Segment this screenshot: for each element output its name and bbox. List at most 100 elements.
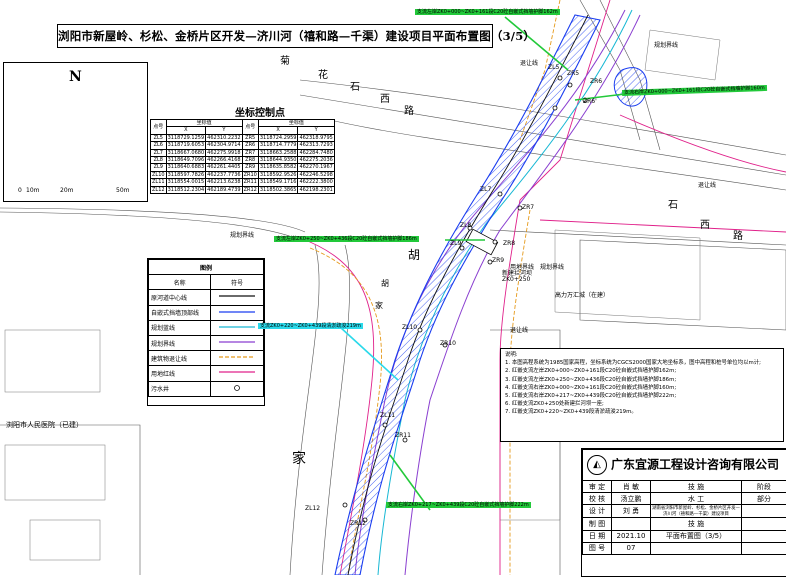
annotation-left-bank-2: 支流左岸ZK0+250~ZK0+436段C20砼自嵌式挡墙护脚186m — [274, 236, 419, 242]
legend-item-name: 规划蓝线 — [149, 320, 211, 335]
map-label: 规划界线 — [540, 262, 564, 271]
titleblock-row: 设 计刘 勇湖南省浏阳市新屋岭、杉松、金桥片区开发—济川河（禧和路—千渠）建设项… — [583, 505, 786, 518]
map-label: 规划界线 — [654, 40, 678, 49]
road-label: 菊 — [280, 52, 290, 67]
coord-header: 点号 — [151, 120, 167, 135]
titleblock-cell-name: 汤立鹏 — [612, 493, 651, 505]
coord-cell: 462198.2301 — [298, 186, 334, 193]
map-label: 家 — [375, 300, 383, 311]
titleblock-cell-col4 — [742, 530, 786, 542]
titleblock-cell-name: 肖 敏 — [612, 481, 651, 493]
cp-label: ZL7 — [480, 186, 491, 193]
titleblock-cell-role: 审 定 — [583, 481, 612, 493]
coord-row: ZL123118512.2304462189.4739ZR123118502.3… — [151, 186, 335, 193]
legend-item-symbol — [211, 351, 264, 366]
road-label: 胡 — [408, 246, 420, 263]
titleblock-cell-col3: 湖南省浏阳市新屋岭、杉松、金桥片区开发—济川河（禧和路—千渠）建设项目 — [651, 505, 742, 518]
titleblock-cell-name: 刘 勇 — [612, 505, 651, 518]
road-label: 西 — [380, 90, 390, 105]
map-label: 退让线 — [698, 180, 716, 189]
legend-item-name: 规划界线 — [149, 335, 211, 350]
cp-label: ZR11 — [395, 432, 411, 439]
legend-item-name: 自嵌式挡墙顶部线 — [149, 305, 211, 320]
cp-label: ZL12 — [305, 505, 320, 512]
legend-item-name: 用地红线 — [149, 366, 211, 381]
road-label: 石 — [350, 78, 360, 93]
map-label: 规划界线 — [230, 230, 254, 239]
coord-row: ZL63118719.6053462304.9714ZR63118714.777… — [151, 142, 335, 149]
pond — [614, 68, 647, 107]
titleblock-cell-name — [612, 518, 651, 530]
coord-cell: ZR10 — [242, 171, 258, 178]
titleblock-cell-col4 — [742, 505, 786, 518]
titleblock-cell-col4 — [742, 518, 786, 530]
map-label: 浏阳市人民医院（已建） — [6, 420, 83, 430]
legend-row: 规划界线 — [149, 335, 264, 350]
legend-row: 用地红线 — [149, 366, 264, 381]
coord-cell: 462270.1967 — [298, 164, 334, 171]
note-line: 6. 红嵌支流ZK0+250处新建拦河坝一座; — [505, 400, 779, 408]
titleblock-cell-col4: 阶段 — [742, 481, 786, 493]
coord-subheader: X — [258, 127, 298, 134]
coord-cell: 3118729.1259 — [166, 134, 206, 141]
cp-label: ZR7 — [522, 204, 534, 211]
coord-cell: 3118719.6053 — [166, 142, 206, 149]
company-logo-icon: ◭ — [587, 455, 607, 475]
coord-cell: 462237.7736 — [206, 171, 242, 178]
coord-cell: 3118663.2588 — [258, 149, 298, 156]
cp-label: ZL10 — [402, 324, 417, 331]
titleblock-cell-role: 设 计 — [583, 505, 612, 518]
coord-cell: 3118724.2959 — [258, 134, 298, 141]
legend-row: 建筑物退让线 — [149, 351, 264, 366]
title-block: ◭广东宜源工程设计咨询有限公司 审 定肖 敏技 施阶段校 核汤立鹏水 工部分设 … — [581, 448, 786, 577]
coord-cell: 462261.4405 — [206, 164, 242, 171]
coord-cell: ZL8 — [151, 157, 167, 164]
titleblock-row: 制 图技 施 — [583, 518, 786, 530]
titleblock-cell-role: 图 号 — [583, 542, 612, 554]
coord-subheader: Y — [298, 127, 334, 134]
note-line: 3. 红嵌支流左岸ZK0+250~ZK0+436段C20砼自嵌式挡墙护脚186m… — [505, 376, 779, 384]
legend-line-icon — [217, 308, 257, 316]
coord-cell: 462189.4739 — [206, 186, 242, 193]
coord-subheader: X — [166, 127, 206, 134]
titleblock-row: 审 定肖 敏技 施阶段 — [583, 481, 786, 493]
legend-item-name: 建筑物退让线 — [149, 351, 211, 366]
coord-row: ZL73118667.0680462275.9918ZR73118663.258… — [151, 149, 335, 156]
scale-label-20: 20m — [60, 187, 73, 194]
coord-cell: 462275.9918 — [206, 149, 242, 156]
legend-item-symbol — [211, 366, 264, 381]
annotation-dredging: 支流ZK0+220~ZK0+439段清淤疏浚219m — [258, 323, 363, 329]
coord-cell: ZL10 — [151, 171, 167, 178]
coord-cell: 462304.9714 — [206, 142, 242, 149]
coord-cell: 3118597.7826 — [166, 171, 206, 178]
weir-chainage: ZK0+250 — [502, 276, 530, 283]
titleblock-cell-col3: 技 施 — [651, 481, 742, 493]
company-name: 广东宜源工程设计咨询有限公司 — [611, 458, 779, 472]
titleblock-cell-col3: 技 施 — [651, 518, 742, 530]
coord-cell: 3118502.3865 — [258, 186, 298, 193]
coord-cell: 3118640.6883 — [166, 164, 206, 171]
coord-cell: 462310.2232 — [206, 134, 242, 141]
coord-cell: 462213.6238 — [206, 179, 242, 186]
drawing-title: 浏阳市新屋岭、杉松、金桥片区开发—济川河（禧和路—千渠）建设项目平面布置图（3/… — [57, 24, 493, 48]
titleblock-cell-name: 2021.10 — [612, 530, 651, 542]
coord-cell: ZR7 — [242, 149, 258, 156]
titleblock-cell-col3 — [651, 542, 742, 554]
coord-cell: 3118549.1716 — [258, 179, 298, 186]
legend-line-icon — [217, 368, 257, 376]
cp-label: ZL8 — [460, 222, 471, 229]
coord-cell: 462275.2036 — [298, 157, 334, 164]
cp-label: ZR6' — [583, 98, 597, 105]
coord-cell: 462284.7480 — [298, 149, 334, 156]
legend-header-name: 名称 — [149, 275, 211, 290]
coord-cell: 3118714.7779 — [258, 142, 298, 149]
coord-header: 点号 — [242, 120, 258, 135]
titleblock-cell-role: 日 期 — [583, 530, 612, 542]
coord-cell: ZL9 — [151, 164, 167, 171]
road-label: 路 — [733, 227, 743, 242]
coord-cell: ZR12 — [242, 186, 258, 193]
coord-cell: 3118667.0680 — [166, 149, 206, 156]
cp-label: ZL9 — [450, 240, 461, 247]
titleblock-cell-col4: 部分 — [742, 493, 786, 505]
coord-row: ZL93118640.6883462261.4405ZR93118635.858… — [151, 164, 335, 171]
